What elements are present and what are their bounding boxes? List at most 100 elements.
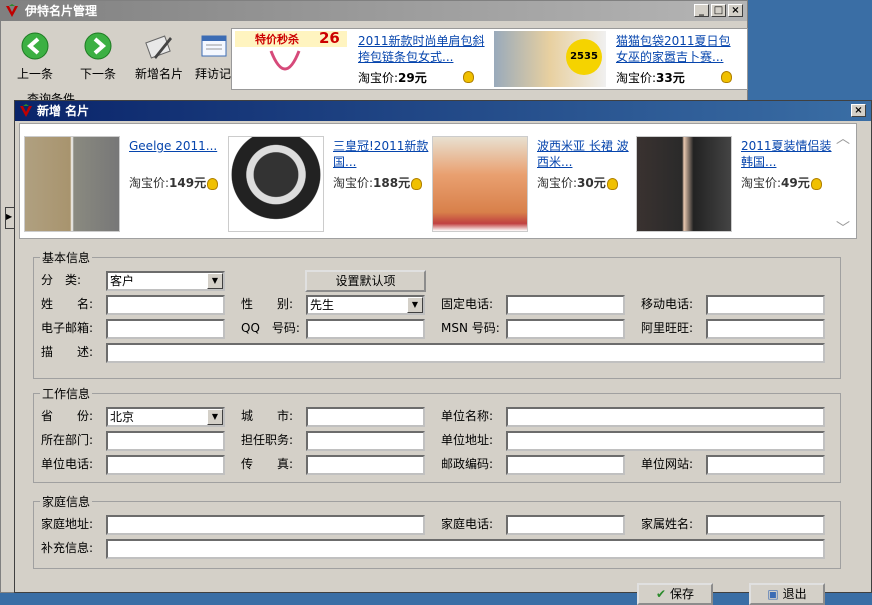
extra-info-field[interactable] [106, 539, 825, 559]
product-title[interactable]: 波西米亚 长裙 波西米... [537, 138, 637, 170]
ad-banner-number: 26 [319, 29, 340, 47]
product-price-label: 淘宝价: [333, 176, 374, 190]
gender-select[interactable]: 先生 ▼ [306, 295, 425, 315]
new-card-button[interactable]: 新增名片 [131, 29, 187, 85]
name-label: 姓 名: [41, 297, 94, 311]
product-title[interactable]: 三皇冠!2011新款国... [333, 138, 433, 170]
save-button[interactable]: ✔ 保存 [637, 583, 713, 605]
product-title[interactable]: 2011夏装情侣装韩国... [741, 138, 841, 170]
website-field[interactable] [706, 455, 825, 475]
home-address-field[interactable] [106, 515, 425, 535]
work-address-field[interactable] [506, 431, 825, 451]
product-image[interactable] [24, 136, 120, 232]
coin-icon [411, 177, 423, 190]
back-ad-strip: 特价秒杀 26 2011新款时尚单肩包斜挎包链条包女式... 淘宝价:29元 2… [231, 28, 748, 90]
chevron-down-icon[interactable]: ﹀ [836, 218, 850, 238]
extra-info-label: 补充信息: [41, 541, 94, 555]
main-titlebar[interactable]: 伊特名片管理 _ □ × [1, 1, 747, 21]
minimize-button[interactable]: _ [694, 4, 709, 17]
city-field[interactable] [306, 407, 425, 427]
app-logo-icon [6, 4, 18, 17]
fax-label: 传 真: [241, 457, 294, 471]
name-field[interactable] [106, 295, 225, 315]
maximize-button[interactable]: □ [711, 4, 726, 17]
ad-title-1[interactable]: 2011新款时尚单肩包斜挎包链条包女式... [358, 33, 488, 65]
home-phone-field[interactable] [506, 515, 625, 535]
chevron-down-icon[interactable]: ▼ [207, 409, 223, 425]
exit-door-icon: ▣ [767, 587, 779, 601]
work-phone-label: 单位电话: [41, 457, 94, 471]
product-item[interactable]: Geelge 2011... 淘宝价:149元 [24, 136, 224, 236]
prev-record-button[interactable]: 上一条 [7, 29, 63, 85]
dialog-titlebar[interactable]: 新增 名片 × [15, 101, 871, 121]
category-select[interactable]: 客户 ▼ [106, 271, 225, 291]
arrow-right-icon [84, 32, 112, 60]
province-select[interactable]: 北京 ▼ [106, 407, 225, 427]
set-default-button[interactable]: 设置默认项 [305, 270, 426, 292]
product-item[interactable]: 波西米亚 长裙 波西米... 淘宝价:30元 [432, 136, 632, 236]
ad-price-2: 淘宝价:33元 [616, 69, 685, 86]
description-field[interactable] [106, 343, 825, 363]
dialog-close-button[interactable]: × [851, 104, 866, 117]
product-price: 淘宝价:188元 [333, 174, 423, 191]
arrow-left-icon [21, 32, 49, 60]
fax-field[interactable] [306, 455, 425, 475]
ad-image-purse[interactable]: 2535 [494, 31, 606, 87]
home-address-label: 家庭地址: [41, 517, 94, 531]
phone-field[interactable] [506, 295, 625, 315]
msn-label: MSN 号码: [441, 321, 500, 335]
pen-card-icon [145, 35, 172, 59]
ad-title-2[interactable]: 猫猫包袋2011夏日包女巫的家嚣吉卜赛... [616, 33, 742, 65]
coin-icon [606, 177, 618, 190]
coin-icon [721, 71, 732, 83]
qq-label: QQ 号码: [241, 321, 300, 335]
next-record-button[interactable]: 下一条 [70, 29, 126, 85]
product-price-value: 188元 [373, 176, 411, 190]
zip-field[interactable] [506, 455, 625, 475]
coin-icon [207, 177, 219, 190]
home-info-legend: 家庭信息 [40, 493, 93, 510]
work-phone-field[interactable] [106, 455, 225, 475]
family-name-field[interactable] [706, 515, 825, 535]
gender-value: 先生 [310, 298, 335, 312]
chevron-down-icon[interactable]: ▼ [207, 273, 223, 289]
checkmark-icon: ✔ [656, 587, 667, 601]
qq-field[interactable] [306, 319, 425, 339]
mobile-field[interactable] [706, 295, 825, 315]
wangwang-label: 阿里旺旺: [641, 321, 694, 335]
exit-button[interactable]: ▣ 退出 [749, 583, 825, 605]
website-label: 单位网站: [641, 457, 694, 471]
product-price-value: 49元 [781, 176, 810, 190]
category-label: 分 类: [41, 273, 82, 287]
product-price-value: 149元 [169, 176, 207, 190]
close-button[interactable]: × [728, 4, 743, 17]
product-price: 淘宝价:49元 [741, 174, 822, 191]
product-item[interactable]: 三皇冠!2011新款国... 淘宝价:188元 [228, 136, 428, 236]
product-item[interactable]: 2011夏装情侣装韩国... 淘宝价:49元 [636, 136, 836, 236]
description-label: 描 述: [41, 345, 94, 359]
chevron-up-icon[interactable]: ︿ [836, 128, 850, 148]
product-ad-strip: Geelge 2011... 淘宝价:149元 三皇冠!2011新款国... 淘… [19, 123, 857, 239]
ad-image-bag[interactable]: 特价秒杀 26 [235, 29, 347, 87]
email-field[interactable] [106, 319, 225, 339]
product-image[interactable] [228, 136, 324, 232]
product-price-value: 30元 [577, 176, 606, 190]
msn-field[interactable] [506, 319, 625, 339]
product-image[interactable] [432, 136, 528, 232]
dialog-title: 新增 名片 [37, 104, 90, 118]
position-field[interactable] [306, 431, 425, 451]
ad-badge: 2535 [566, 39, 602, 75]
wangwang-field[interactable] [706, 319, 825, 339]
prev-record-label: 上一条 [16, 67, 53, 81]
ad-price-label-1: 淘宝价: [358, 71, 399, 85]
notebook-icon [201, 35, 227, 57]
product-image[interactable] [636, 136, 732, 232]
visit-record-button[interactable]: 拜访记 [191, 29, 235, 85]
query-conditions-label: 查询条件 [27, 92, 76, 100]
department-field[interactable] [106, 431, 225, 451]
company-field[interactable] [506, 407, 825, 427]
product-title[interactable]: Geelge 2011... [129, 138, 229, 154]
work-info-legend: 工作信息 [40, 385, 93, 402]
province-value: 北京 [110, 410, 135, 424]
chevron-down-icon[interactable]: ▼ [407, 297, 423, 313]
